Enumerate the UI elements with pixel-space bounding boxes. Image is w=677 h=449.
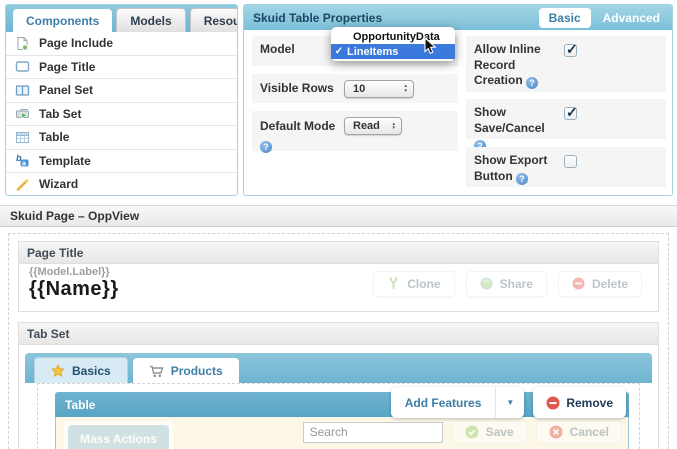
show-export-property-row: Show Export Button ? [466,147,666,187]
tab-set-component-header[interactable]: Tab Set [19,323,658,345]
component-item-label: Wizard [39,177,78,191]
table-component-body: Mass Actions Save Cancel [55,417,629,449]
delete-icon [572,277,585,290]
properties-body: Model Visible Rows 10 ▲▼ Default Mode ? … [244,30,672,196]
visible-rows-select[interactable]: 10 ▲▼ [344,80,414,98]
default-mode-property-row: Default Mode ? Read ▲▼ [252,111,458,151]
clone-button[interactable]: Clone [373,271,454,297]
components-panel-tabstrip: Components Models Resources [6,5,237,32]
add-features-button[interactable]: Add Features [391,387,497,418]
allow-inline-property-row: Allow Inline Record Creation ? [466,36,666,92]
panel-set-icon [15,83,30,98]
show-export-label: Show Export Button [474,153,547,183]
cart-icon [149,365,164,378]
visible-rows-label: Visible Rows [260,81,340,97]
remove-button[interactable]: Remove [533,387,626,418]
share-button[interactable]: Share [466,271,547,297]
tab-basics[interactable]: Basics [34,357,128,383]
components-panel: Components Models Resources Page Include… [5,4,238,196]
visible-rows-property-row: Visible Rows 10 ▲▼ [252,74,458,103]
page-title-text: Skuid Page – OppView [10,209,139,223]
allow-inline-help-icon[interactable]: ? [526,77,538,89]
component-item-template[interactable]: ba Template [6,150,237,174]
skuid-page-builder: Components Models Resources Page Include… [0,0,677,449]
properties-title: Skuid Table Properties [253,11,539,25]
tab-set-icon [15,106,30,121]
component-item-panel-set[interactable]: Panel Set [6,79,237,103]
component-item-label: Tab Set [39,107,81,121]
default-mode-value: Read [353,120,380,132]
component-item-tab-set[interactable]: Tab Set [6,103,237,127]
table-component[interactable]: Add Features ▼ Remove [55,392,629,449]
page-include-icon [15,36,30,51]
tab-products[interactable]: Products [133,358,239,383]
save-check-icon [465,425,479,439]
component-item-page-include[interactable]: Page Include [6,32,237,56]
component-item-table[interactable]: Table [6,126,237,150]
basic-tab[interactable]: Basic [539,8,591,28]
component-item-label: Page Title [39,60,95,74]
mouse-cursor-icon [424,37,437,56]
clone-icon [387,277,400,290]
default-mode-help-icon[interactable]: ? [260,141,272,153]
page-title-icon [15,59,30,74]
page-title-subtitle: {{Model.Label}} [29,266,119,278]
tab-set-component[interactable]: Tab Set Basics Products [18,322,659,449]
add-features-dropdown-button[interactable]: ▼ [496,387,524,418]
add-features-split-button: Add Features ▼ [391,387,525,418]
page-title-component[interactable]: Page Title {{Model.Label}} {{Name}} Clon… [18,241,659,312]
model-label: Model [260,42,295,58]
wizard-icon [15,177,30,192]
delete-button[interactable]: Delete [558,271,642,297]
visible-rows-value: 10 [353,83,365,95]
tab-models[interactable]: Models [116,8,185,32]
show-export-help-icon[interactable]: ? [516,173,528,185]
properties-header: Skuid Table Properties Basic Advanced [244,5,672,30]
components-list: Page Include Page Title Panel Set Tab Se… [6,32,237,196]
check-icon: ✓ [331,46,347,57]
cancel-x-icon [549,425,563,439]
default-mode-label: Default Mode [260,119,335,133]
remove-icon [546,396,560,410]
allow-inline-checkbox[interactable] [564,44,577,57]
table-search-input[interactable] [303,422,443,443]
page-title-merge-field: {{Name}} [29,278,119,301]
component-item-wizard[interactable]: Wizard [6,173,237,196]
show-export-checkbox[interactable] [564,155,577,168]
component-item-label: Table [39,130,69,144]
advanced-tab[interactable]: Advanced [603,11,660,25]
template-icon: ba [15,153,30,168]
page-title-actions: Clone Share Delete [373,271,642,297]
tab-components[interactable]: Components [13,9,112,32]
canvas-tab-strip: Basics Products [25,353,652,383]
component-item-label: Template [39,154,91,168]
show-save-cancel-checkbox[interactable] [564,107,577,120]
mass-actions-button[interactable]: Mass Actions [68,425,169,449]
select-stepper-icon: ▲▼ [392,122,396,131]
tab-panel-drop-zone: Add Features ▼ Remove [37,383,640,449]
show-save-cancel-label: Show Save/Cancel [474,105,545,135]
select-stepper-icon: ▲▼ [404,84,408,93]
chevron-down-icon: ▼ [506,398,514,407]
component-item-page-title[interactable]: Page Title [6,56,237,80]
default-mode-select[interactable]: Read ▲▼ [344,117,402,135]
share-icon [480,277,493,290]
svg-text:a: a [22,161,26,168]
star-icon [51,364,65,378]
page-canvas: Page Title {{Model.Label}} {{Name}} Clon… [0,228,677,449]
component-item-label: Panel Set [39,83,93,97]
cancel-button[interactable]: Cancel [536,420,622,444]
save-button[interactable]: Save [452,420,527,444]
table-icon [15,130,30,145]
tab-resources[interactable]: Resources [190,8,238,32]
component-item-label: Page Include [39,36,113,50]
page-header-bar: Skuid Page – OppView [0,205,677,227]
show-save-cancel-property-row: Show Save/Cancel ? [466,99,666,139]
page-title-component-header[interactable]: Page Title [19,242,658,264]
table-properties-panel: Skuid Table Properties Basic Advanced Mo… [243,4,673,196]
